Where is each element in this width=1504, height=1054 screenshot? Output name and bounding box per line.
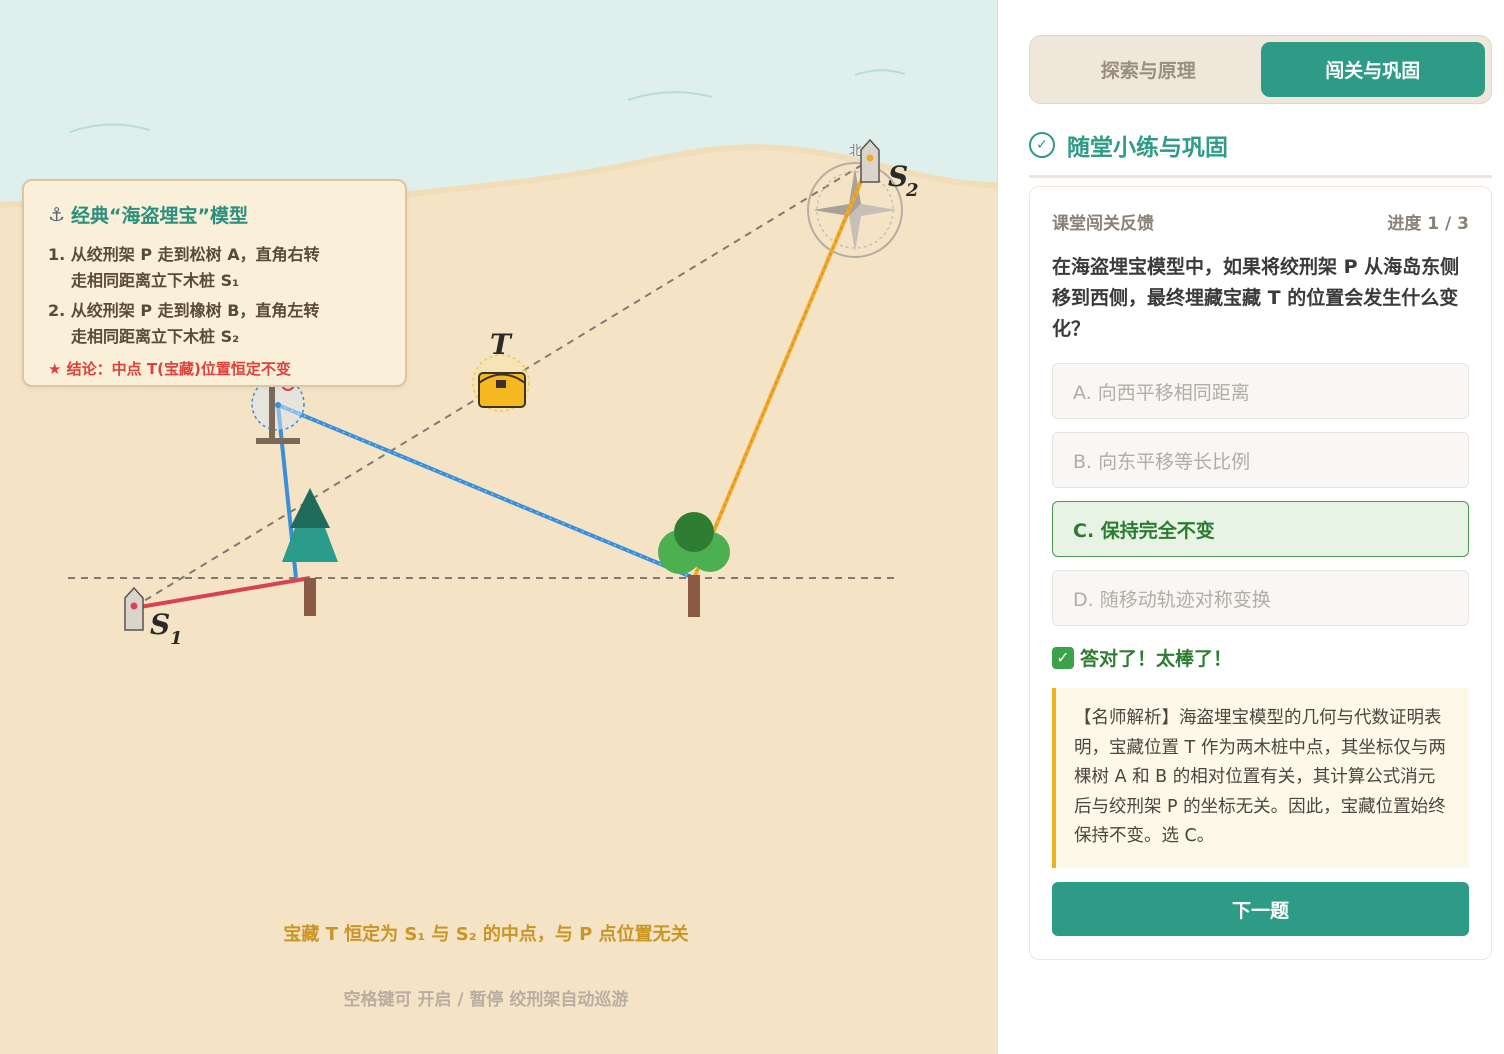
quiz-card: 课堂闯关反馈 进度 1 / 3 在海盗埋宝模型中，如果将绞刑架 P 从海岛东侧移… xyxy=(1029,186,1492,960)
checkmark-icon: ✓ xyxy=(1052,646,1074,669)
tab-challenge[interactable]: 闯关与巩固 xyxy=(1260,42,1485,97)
mode-tabs: 探索与原理 闯关与巩固 xyxy=(1029,35,1492,104)
quiz-progress: 进度 1 / 3 xyxy=(1387,214,1469,234)
treasure-chest-icon xyxy=(472,354,530,412)
anchor-icon: ⚓ xyxy=(48,203,66,226)
info-step1-line2: 走相同距离立下木桩 S₁ xyxy=(71,271,240,290)
answer-explanation: 【名师解析】海盗埋宝模型的几何与代数证明表明，宝藏位置 T 作为两木桩中点，其坐… xyxy=(1052,688,1469,868)
quiz-question: 在海盗埋宝模型中，如果将绞刑架 P 从海岛东侧移到西侧，最终埋藏宝藏 T 的位置… xyxy=(1052,256,1460,340)
stake-s2-icon xyxy=(860,138,880,183)
stake-s1-icon xyxy=(124,586,144,631)
check-circle-icon: ✓ xyxy=(1029,131,1055,158)
info-step2-line1: 2. 从绞刑架 P 走到橡树 B，直角左转 xyxy=(48,301,320,320)
app-root: 北 T S 1 S 2 ⚓ 经典“海盗埋宝”模型 1. 从绞刑架 P 走到松树 … xyxy=(0,0,1504,1054)
option-b[interactable]: B. 向东平移等长比例 xyxy=(1052,432,1469,488)
stake-label-s1: S xyxy=(150,608,170,641)
quiz-feedback-label: 课堂闯关反馈 xyxy=(1052,214,1154,234)
treasure-label-t: T xyxy=(490,328,513,361)
treasure-island-stage[interactable]: 北 T S 1 S 2 ⚓ 经典“海盗埋宝”模型 1. 从绞刑架 P 走到松树 … xyxy=(0,0,998,1054)
model-info-card: ⚓ 经典“海盗埋宝”模型 1. 从绞刑架 P 走到松树 A，直角右转 走相同距离… xyxy=(22,179,407,387)
tab-explore[interactable]: 探索与原理 xyxy=(1036,42,1261,97)
answer-result-text: 答对了！太棒了！ xyxy=(1080,648,1233,670)
info-step2-line2: 走相同距离立下木桩 S₂ xyxy=(71,327,240,346)
info-card-title: ⚓ 经典“海盗埋宝”模型 xyxy=(48,201,381,228)
option-d[interactable]: D. 随移动轨迹对称变换 xyxy=(1052,570,1469,626)
spacebar-hint: 空格键可 开启 / 暂停 绞刑架自动巡游 xyxy=(343,990,629,1010)
stake-label-s2-subscript: 2 xyxy=(905,180,919,201)
option-c[interactable]: C. 保持完全不变 xyxy=(1052,501,1469,557)
practice-panel: 探索与原理 闯关与巩固 ✓ 随堂小练与巩固 课堂闯关反馈 进度 1 / 3 在海… xyxy=(998,0,1504,1054)
quiz-header: 课堂闯关反馈 进度 1 / 3 xyxy=(1052,209,1469,234)
compass-north-label: 北 xyxy=(849,144,862,159)
option-a[interactable]: A. 向西平移相同距离 xyxy=(1052,363,1469,419)
info-card-title-text: 经典“海盗埋宝”模型 xyxy=(71,205,249,227)
island-scene: 北 T S 1 S 2 xyxy=(0,0,997,1054)
stake-label-s1-subscript: 1 xyxy=(170,628,183,649)
answer-result: ✓ 答对了！太棒了！ xyxy=(1052,644,1469,671)
info-conclusion: ★ 结论：中点 T(宝藏)位置恒定不变 xyxy=(48,360,291,378)
info-step1-line1: 1. 从绞刑架 P 走到松树 A，直角右转 xyxy=(48,245,320,264)
section-header: ✓ 随堂小练与巩固 xyxy=(1029,128,1492,178)
section-title: 随堂小练与巩固 xyxy=(1067,134,1228,161)
next-question-button[interactable]: 下一题 xyxy=(1052,882,1469,936)
treasure-midpoint-note: 宝藏 T 恒定为 S₁ 与 S₂ 的中点，与 P 点位置无关 xyxy=(283,924,689,945)
